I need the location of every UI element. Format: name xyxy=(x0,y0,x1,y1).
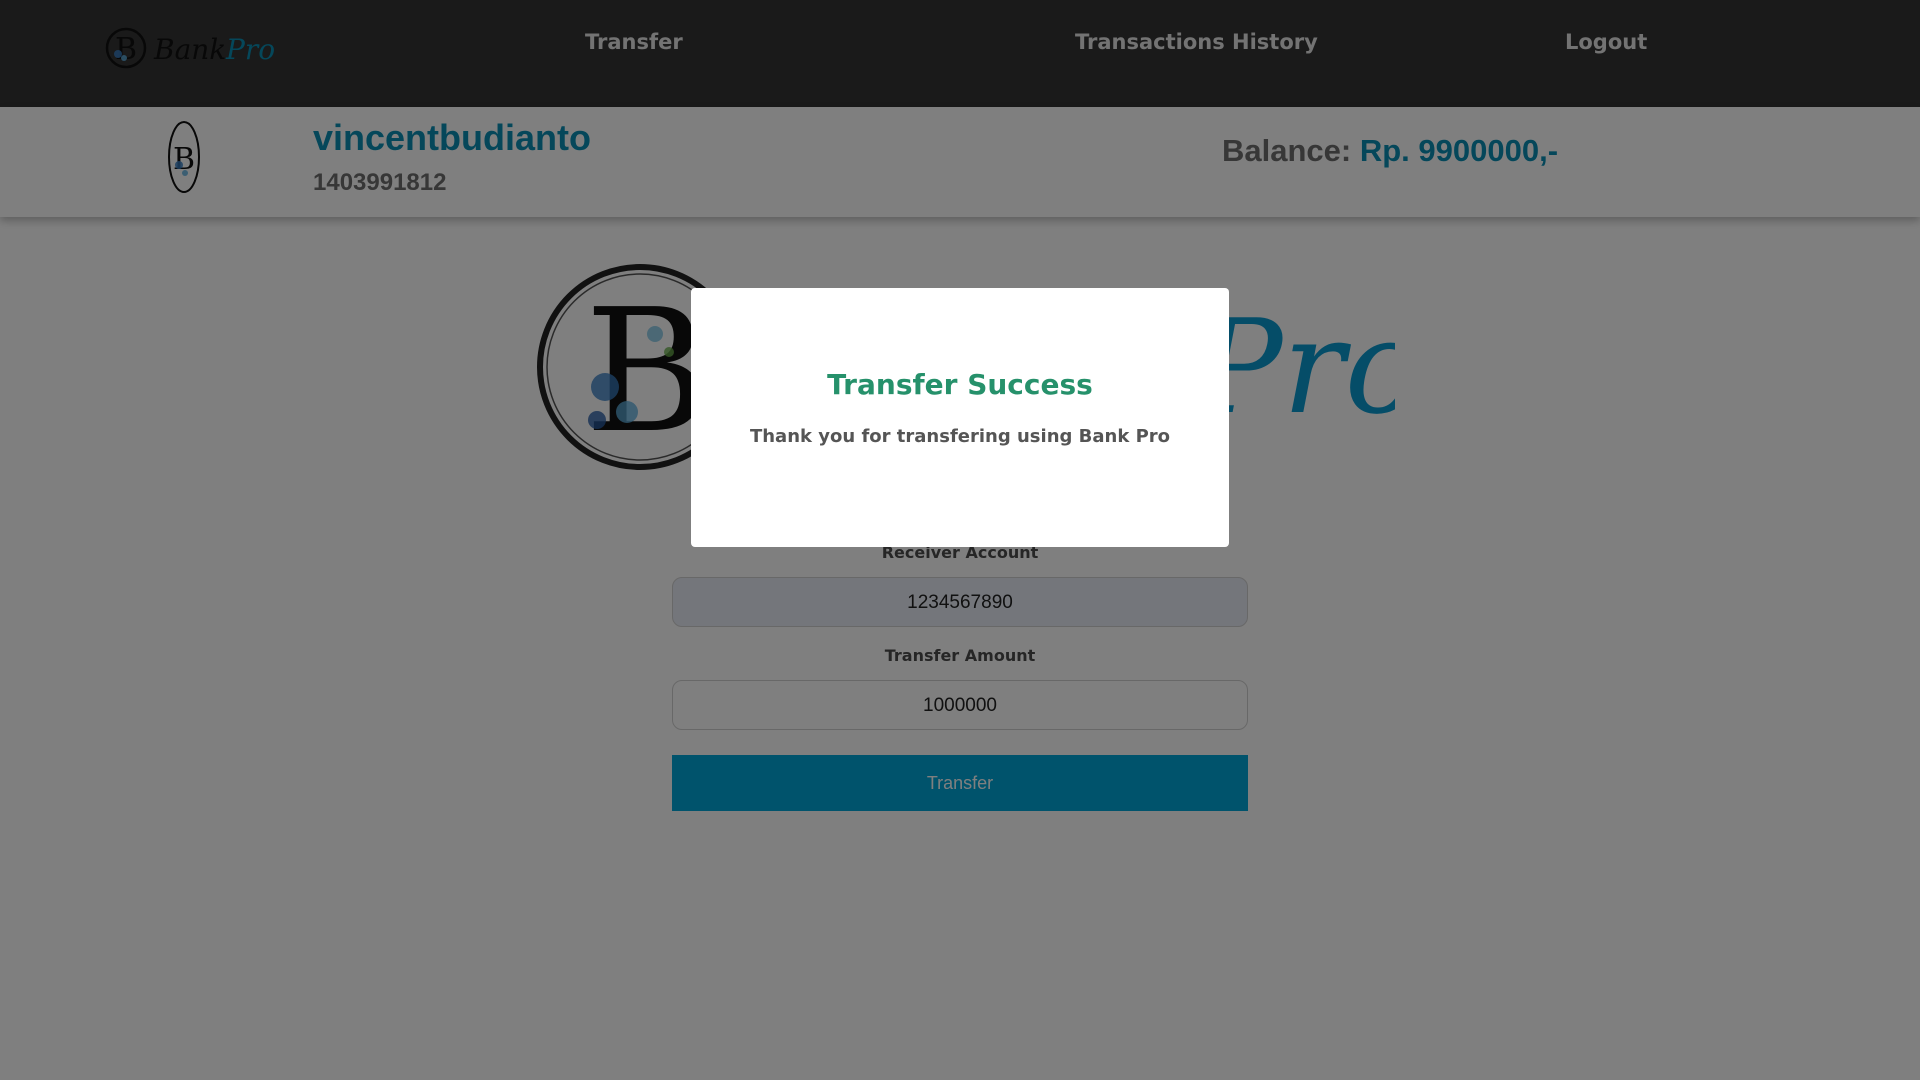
transfer-success-modal: Transfer Success Thank you for transferi… xyxy=(691,288,1229,547)
modal-title: Transfer Success xyxy=(827,368,1093,401)
modal-message: Thank you for transfering using Bank Pro xyxy=(749,426,1171,447)
